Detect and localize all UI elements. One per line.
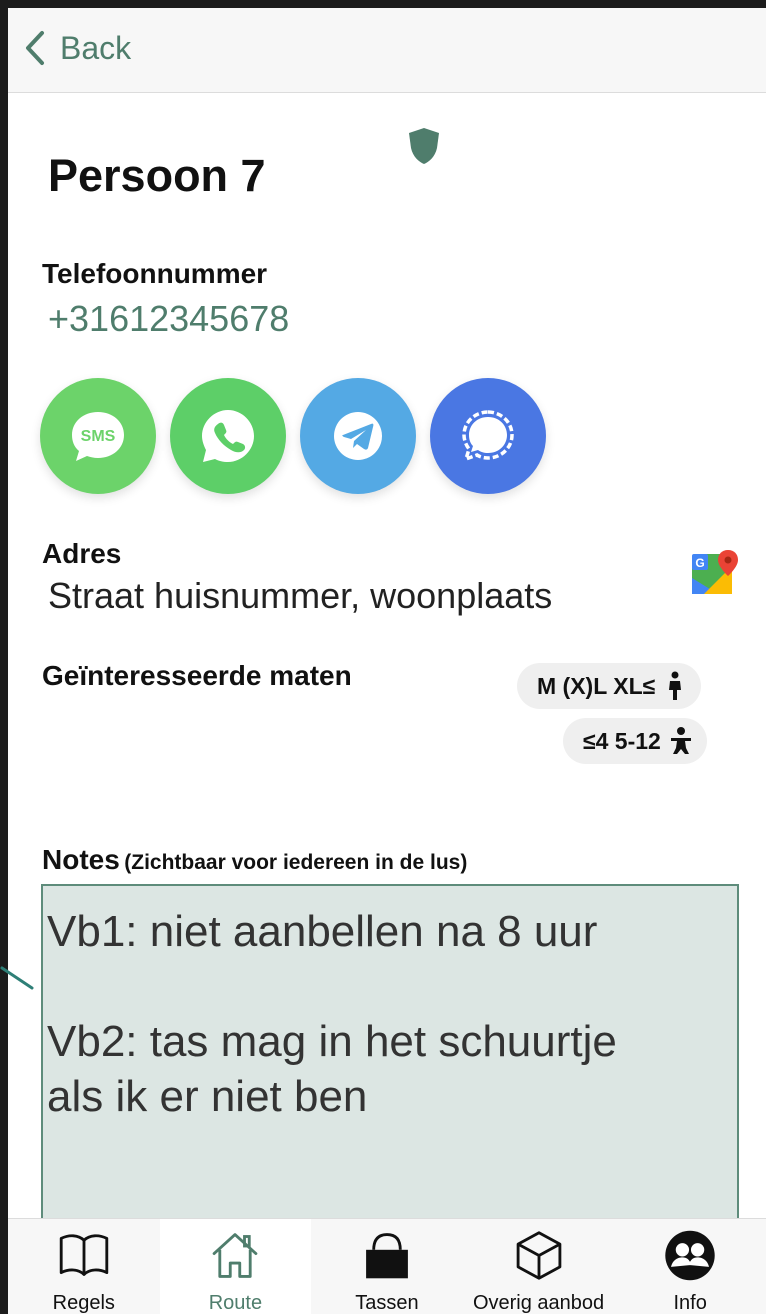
tab-info[interactable]: Info [614, 1219, 766, 1314]
tab-route-label: Route [208, 1292, 263, 1314]
tab-overig-aanbod-label: Overig aanbod [472, 1292, 605, 1314]
whatsapp-button[interactable] [170, 378, 286, 494]
home-icon [213, 1233, 258, 1278]
child-sizes-text: ≤4 5-12 [583, 727, 661, 754]
whatsapp-icon [202, 410, 254, 462]
telegram-icon [334, 412, 382, 460]
adult-sizes-text: M (X)L XL≤ [537, 672, 656, 699]
sms-icon-text: SMS [81, 428, 116, 445]
google-maps-icon[interactable]: G [690, 548, 740, 598]
page-title: Persoon 7 [48, 150, 266, 201]
tab-tassen[interactable]: Tassen [311, 1219, 463, 1314]
address-value: Straat huisnummer, woonplaats [48, 575, 553, 616]
bag-icon [366, 1233, 408, 1279]
messaging-buttons: SMS [40, 378, 546, 494]
tab-info-label: Info [673, 1292, 707, 1314]
tab-regels-label: Regels [52, 1292, 115, 1314]
signal-icon [462, 410, 514, 462]
svg-text:G: G [695, 556, 704, 570]
notes-subtitle: (Zichtbaar voor iedereen in de lus) [124, 851, 468, 874]
people-icon [665, 1230, 715, 1281]
back-label: Back [60, 29, 132, 66]
sms-icon: SMS [72, 412, 124, 461]
shield-icon [409, 128, 439, 164]
signal-button[interactable] [430, 378, 546, 494]
phone-label: Telefoonnummer [42, 258, 268, 289]
box-icon [516, 1231, 561, 1280]
baby-icon [670, 727, 691, 754]
tab-bar: Regels Route Tassen Overig aanbod Info [8, 1218, 766, 1314]
back-button[interactable]: Back [22, 26, 131, 70]
tab-regels[interactable]: Regels [8, 1219, 160, 1314]
screen: Back Persoon 7 Telefoonnummer +316123456… [8, 8, 766, 1314]
adult-sizes-chip[interactable]: M (X)L XL≤ [517, 663, 702, 709]
chevron-left-icon [26, 31, 44, 65]
tab-tassen-label: Tassen [355, 1292, 419, 1314]
navigation-bar: Back [8, 8, 766, 93]
sizes-label: Geïnteresseerde maten [42, 660, 352, 691]
adult-person-icon [669, 671, 682, 700]
annotation-pointer-line [0, 966, 34, 990]
notes-label: Notes (Zichtbaar voor iedereen in de lus… [42, 844, 467, 876]
tab-overig-aanbod[interactable]: Overig aanbod [463, 1219, 615, 1314]
phone-number-link[interactable]: +31612345678 [48, 298, 289, 340]
notes-title: Notes [42, 844, 120, 875]
child-sizes-chip[interactable]: ≤4 5-12 [563, 718, 707, 764]
sms-button[interactable]: SMS [40, 378, 156, 494]
tab-route[interactable]: Route [159, 1219, 312, 1314]
book-icon [59, 1234, 109, 1276]
telegram-button[interactable] [300, 378, 416, 494]
address-label: Adres [42, 538, 122, 569]
